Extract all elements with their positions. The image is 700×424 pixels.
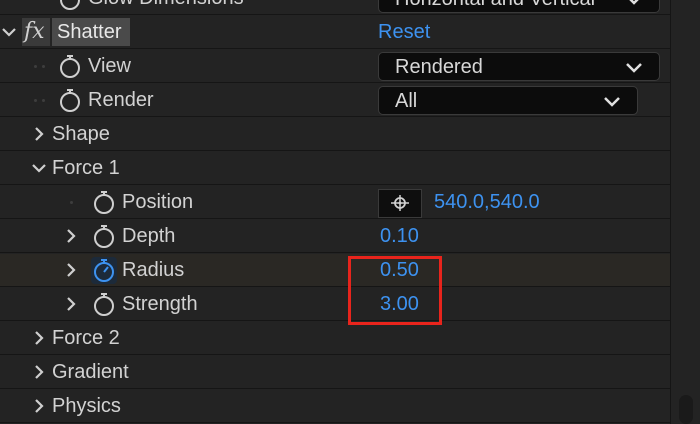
radius-row: Radius 0.50: [0, 254, 670, 287]
shape-label: Shape: [52, 123, 110, 145]
view-dropdown-value: Rendered: [395, 56, 483, 78]
gradient-label: Gradient: [52, 361, 129, 383]
scrollbar[interactable]: [670, 0, 700, 424]
radius-label: Radius: [122, 259, 185, 281]
render-dropdown-value: All: [395, 90, 418, 112]
force-2-label: Force 2: [52, 327, 120, 349]
stopwatch-icon[interactable]: [57, 53, 83, 80]
force-1-group-row[interactable]: Force 1: [0, 152, 670, 185]
force-2-group-row[interactable]: Force 2: [0, 322, 670, 355]
twirl-arrow-icon[interactable]: [32, 152, 46, 185]
stopwatch-icon[interactable]: [57, 0, 83, 12]
stopwatch-icon[interactable]: [57, 87, 83, 114]
glow-dimensions-row: Glow Dimensions Horizontal and Vertical: [0, 0, 670, 15]
render-dropdown[interactable]: All: [378, 86, 638, 115]
stopwatch-icon[interactable]: [91, 223, 117, 250]
glow-dimensions-value: Horizontal and Vertical: [395, 0, 595, 11]
stopwatch-icon[interactable]: [91, 189, 117, 216]
depth-row: Depth 0.10: [0, 220, 670, 253]
strength-label: Strength: [122, 293, 198, 315]
gradient-group-row[interactable]: Gradient: [0, 356, 670, 389]
highlight-annotation-box: [348, 256, 442, 325]
depth-value[interactable]: 0.10: [380, 224, 419, 248]
crosshair-icon[interactable]: [378, 189, 422, 218]
shape-group-row[interactable]: Shape: [0, 118, 670, 151]
twirl-arrow-icon[interactable]: [32, 322, 46, 355]
physics-group-row[interactable]: Physics: [0, 390, 670, 423]
twirl-arrow-icon[interactable]: [64, 254, 78, 287]
scrollbar-thumb[interactable]: [679, 395, 693, 424]
view-dropdown[interactable]: Rendered: [378, 52, 660, 81]
glow-dimensions-label: Glow Dimensions: [88, 0, 244, 10]
fx-badge-icon[interactable]: fx: [22, 18, 50, 46]
chevron-down-icon: [604, 97, 620, 107]
render-row: Render All: [0, 84, 670, 117]
shatter-effect-row[interactable]: fx Shatter Reset: [0, 16, 670, 49]
twirl-arrow-icon[interactable]: [32, 118, 46, 151]
position-row: Position 540.0,540.0: [0, 186, 670, 219]
strength-row: Strength 3.00: [0, 288, 670, 321]
twirl-arrow-icon[interactable]: [64, 220, 78, 253]
force-1-label: Force 1: [52, 157, 120, 179]
render-label: Render: [88, 89, 154, 111]
stopwatch-active-icon[interactable]: [91, 257, 117, 284]
twirl-arrow-icon[interactable]: [64, 288, 78, 321]
physics-label: Physics: [52, 395, 121, 417]
stopwatch-icon[interactable]: [91, 291, 117, 318]
glow-dimensions-dropdown[interactable]: Horizontal and Vertical: [378, 0, 660, 13]
chevron-down-icon: [626, 63, 642, 73]
twirl-arrow-icon[interactable]: [32, 390, 46, 423]
shatter-label: Shatter: [57, 21, 122, 43]
position-label: Position: [122, 191, 194, 213]
view-label: View: [88, 55, 131, 77]
view-row: View Rendered: [0, 50, 670, 83]
chevron-down-icon: [629, 0, 639, 5]
twirl-arrow-icon[interactable]: [2, 16, 16, 49]
depth-label: Depth: [122, 225, 176, 247]
reset-link[interactable]: Reset: [378, 20, 430, 44]
position-value[interactable]: 540.0,540.0: [434, 190, 540, 214]
twirl-arrow-icon[interactable]: [32, 356, 46, 389]
